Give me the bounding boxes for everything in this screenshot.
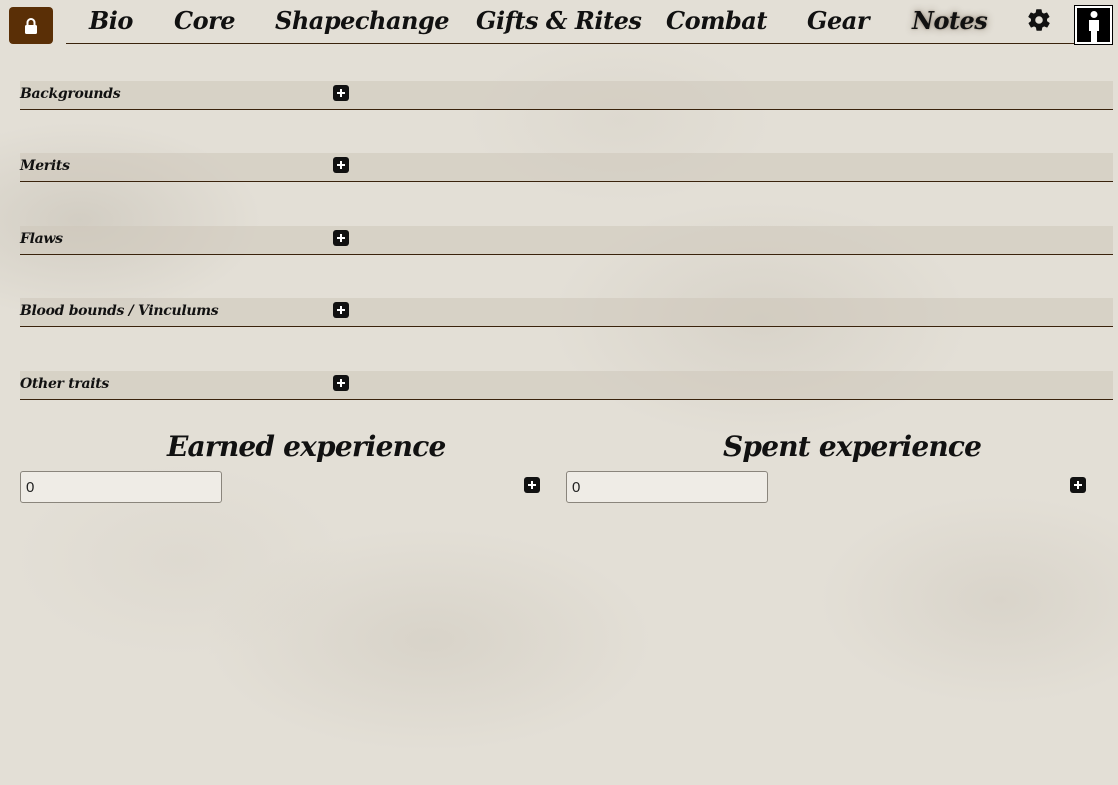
lock-button[interactable] [9, 7, 53, 44]
add-blood-bounds-button[interactable] [333, 302, 349, 318]
tab-bar: Bio Core Shapechange Gifts & Rites Comba… [66, 0, 1075, 44]
add-other-traits-button[interactable] [333, 375, 349, 391]
tab-core[interactable]: Core [174, 4, 236, 38]
earned-experience-input[interactable] [20, 471, 222, 503]
add-backgrounds-button[interactable] [333, 85, 349, 101]
tab-combat[interactable]: Combat [666, 4, 767, 38]
add-merits-button[interactable] [333, 157, 349, 173]
section-flaws: Flaws [20, 226, 1113, 255]
person-silhouette-icon [1088, 11, 1099, 42]
spent-experience-title: Spent experience [723, 430, 982, 463]
section-title: Backgrounds [20, 86, 121, 102]
spent-experience-input[interactable] [566, 471, 768, 503]
section-title: Other traits [20, 376, 109, 392]
section-title: Merits [20, 158, 70, 174]
avatar-button[interactable] [1074, 5, 1113, 45]
add-flaws-button[interactable] [333, 230, 349, 246]
tab-notes[interactable]: Notes [912, 4, 988, 38]
section-merits: Merits [20, 153, 1113, 182]
tab-gear[interactable]: Gear [807, 4, 869, 38]
section-blood-bounds: Blood bounds / Vinculums [20, 298, 1113, 327]
tab-shapechange[interactable]: Shapechange [275, 4, 450, 38]
add-spent-experience-button[interactable] [1070, 477, 1086, 493]
tab-gifts-rites[interactable]: Gifts & Rites [476, 4, 642, 38]
section-other-traits: Other traits [20, 371, 1113, 400]
tab-bio[interactable]: Bio [89, 4, 133, 38]
section-title: Flaws [20, 231, 63, 247]
section-backgrounds: Backgrounds [20, 81, 1113, 110]
lock-icon [25, 17, 37, 34]
section-title: Blood bounds / Vinculums [20, 303, 219, 319]
earned-experience-title: Earned experience [167, 430, 446, 463]
gear-icon[interactable] [1026, 7, 1052, 33]
add-earned-experience-button[interactable] [524, 477, 540, 493]
